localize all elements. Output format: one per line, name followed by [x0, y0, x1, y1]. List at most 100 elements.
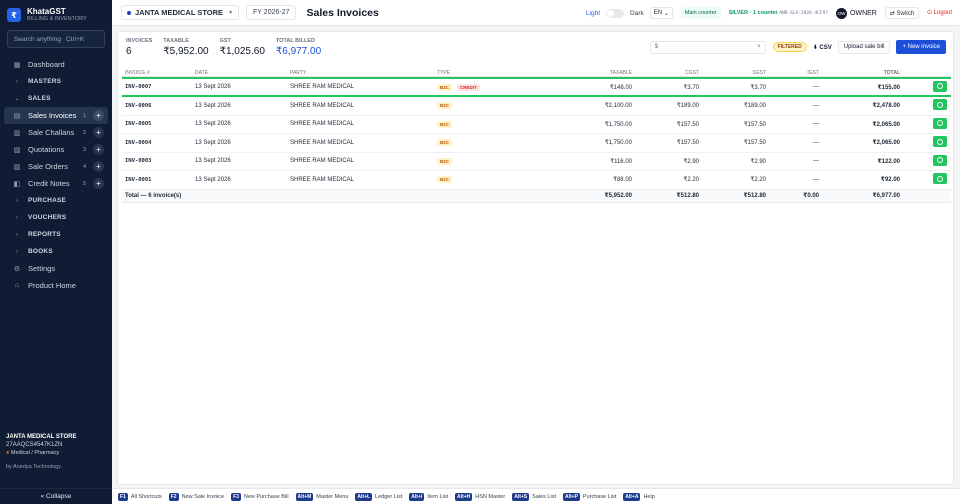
chevron-icon: › [16, 197, 18, 204]
shortcut-purchase-list[interactable]: Alt+P Purchase List [562, 492, 616, 501]
store-selector[interactable]: JANTA MEDICAL STORE ▼ [121, 5, 240, 20]
whatsapp-share-icon[interactable] [933, 173, 947, 185]
table-row[interactable]: INV-0004 13 Sept 2026 SHREE RAM MEDICAL B2C… [122, 134, 951, 153]
invoice-number[interactable]: INV-0001 [122, 177, 195, 183]
footer-category: ● Medical / Pharmacy [6, 450, 106, 456]
store-selector-label: JANTA MEDICAL STORE [135, 8, 224, 17]
export-csv-button[interactable]: ⬇ CSV [813, 44, 832, 51]
sidebar-item-count: 1 [82, 112, 86, 119]
shortcut-help[interactable]: Alt+A Help [623, 492, 655, 501]
collapse-button[interactable]: « Collapse [0, 488, 112, 504]
invoice-taxable: ₹88.00 [613, 177, 632, 184]
invoice-date: 13 Sept 2026 [195, 158, 231, 165]
column-header-date[interactable]: DATE [195, 70, 290, 76]
add-sale-challans-button[interactable]: + [93, 127, 104, 138]
invoice-number[interactable]: INV-0003 [122, 158, 195, 164]
sidebar-item-product-home[interactable]: ⌂ Product Home [4, 277, 108, 294]
theme-toggle[interactable]: Light Dark [586, 8, 644, 18]
invoice-number[interactable]: INV-0007 [122, 84, 195, 90]
whatsapp-share-icon[interactable] [933, 136, 947, 148]
shortcut-new-purchase-bill[interactable]: F3 New Purchase Bill [231, 492, 289, 501]
upload-sale-bill-button[interactable]: Upload sale bill [837, 40, 891, 54]
invoice-cgst: ₹2.90 [683, 158, 700, 165]
invoice-total: ₹155.00 [877, 84, 900, 91]
whatsapp-share-icon[interactable] [933, 80, 947, 92]
shortcut-item-list[interactable]: Alt+I Item List [409, 492, 448, 501]
sidebar-item-credit-notes[interactable]: ◧ Credit Notes 5 + [4, 175, 108, 192]
add-sales-invoices-button[interactable]: + [93, 110, 104, 121]
whatsapp-share-icon[interactable] [933, 117, 947, 129]
gear-icon: ⚙ [13, 265, 21, 273]
user-menu[interactable]: OW OWNER [836, 7, 877, 19]
shortcut-master-menu[interactable]: Alt+M Master Menu [295, 492, 348, 501]
invoice-sgst: ₹3.70 [750, 84, 767, 91]
fy-selector[interactable]: FY 2026-27 [246, 5, 297, 20]
invoice-taxable: ₹116.00 [610, 158, 632, 165]
invoice-search-input[interactable]: $ × [649, 40, 766, 54]
new-invoice-button[interactable]: + New invoice [896, 40, 946, 54]
table-row[interactable]: INV-0003 13 Sept 2026 SHREE RAM MEDICAL B2C… [122, 153, 951, 171]
type-badge: B2C [437, 139, 453, 147]
add-quotations-button[interactable]: + [93, 144, 104, 155]
sidebar-item-books[interactable]: › BOOKS [4, 243, 108, 260]
shortcut-key: Alt+S [512, 492, 530, 501]
shortcut-key: Alt+L [355, 492, 373, 501]
column-header-party[interactable]: PARTY [290, 70, 437, 76]
theme-switch[interactable] [606, 8, 625, 18]
table-row[interactable]: INV-0007 13 Sept 2026 SHREE RAM MEDICAL B2C… [122, 77, 951, 97]
whatsapp-share-icon[interactable] [933, 99, 947, 111]
shortcut-sales-list[interactable]: Alt+S Sales List [512, 492, 556, 501]
top-bar: JANTA MEDICAL STORE ▼ FY 2026-27 Sales I… [112, 0, 960, 26]
shortcut-new-sale-invoice[interactable]: F2 New Sale Invoice [168, 492, 224, 501]
invoice-sgst: ₹157.50 [743, 140, 766, 147]
switch-button[interactable]: ⇄ Switch [884, 7, 920, 19]
sidebar-item-settings[interactable]: ⚙ Settings [4, 260, 108, 277]
sidebar-item-purchase[interactable]: › PURCHASE [4, 192, 108, 209]
shortcut-ledger-list[interactable]: Alt+L Ledger List [355, 492, 402, 501]
column-header-cgst[interactable]: CGST [632, 70, 699, 76]
add-credit-notes-button[interactable]: + [93, 178, 104, 189]
invoice-total: ₹122.00 [877, 158, 900, 165]
column-header-invoice-[interactable]: INVOICE # [122, 70, 195, 76]
add-sale-orders-button[interactable]: + [93, 161, 104, 172]
clear-search-icon[interactable]: × [757, 44, 761, 50]
sidebar-item-sales-invoices[interactable]: ▤ Sales Invoices 1 + [4, 107, 108, 124]
table-row[interactable]: INV-0006 13 Sept 2026 SHREE RAM MEDICAL B2C… [122, 97, 951, 116]
invoice-party: SHREE RAM MEDICAL [290, 158, 355, 165]
invoice-date: 13 Sept 2026 [195, 121, 231, 128]
shortcut-hsn-master[interactable]: Alt+H HSN Master [455, 492, 505, 501]
sidebar-item-sale-orders[interactable]: ▨ Sale Orders 4 + [4, 158, 108, 175]
topbar-right: Light Dark EN ⌄ Main counter SILVER · 1 … [586, 0, 952, 26]
column-header-sgst[interactable]: SGST [699, 70, 766, 76]
sidebar-item-count: 5 [82, 180, 86, 187]
invoice-cgst: ₹2.20 [683, 177, 700, 184]
language-select[interactable]: EN ⌄ [649, 7, 673, 19]
shortcut-all-shortcuts[interactable]: F1 All Shortcuts [118, 492, 162, 501]
table-row[interactable]: INV-0001 13 Sept 2026 SHREE RAM MEDICAL B2C… [122, 171, 951, 190]
column-header-total[interactable]: TOTAL [819, 70, 900, 76]
column-header-type[interactable]: TYPE [437, 70, 557, 76]
counter-badge[interactable]: Main counter [680, 7, 721, 19]
sidebar-item-masters[interactable]: › MASTERS [4, 73, 108, 90]
invoice-number[interactable]: INV-0006 [122, 103, 195, 109]
total-label: Total — 6 invoice(s) [125, 192, 182, 199]
sidebar-item-sale-challans[interactable]: ▥ Sale Challans 2 + [4, 124, 108, 141]
logout-button[interactable]: ⏻ Logout [927, 10, 952, 17]
sidebar-item-vouchers[interactable]: › VOUCHERS [4, 209, 108, 226]
column-header-igst[interactable]: IGST [766, 70, 819, 76]
sidebar-search-input[interactable]: Search anything Ctrl+K [7, 30, 105, 48]
total-sgst: ₹512.80 [743, 193, 766, 199]
sidebar-item-dashboard[interactable]: ▦ Dashboard [4, 56, 108, 73]
invoice-number[interactable]: INV-0005 [122, 121, 195, 127]
whatsapp-share-icon[interactable] [933, 154, 947, 166]
invoice-total: ₹2,065.00 [872, 121, 900, 128]
invoice-taxable: ₹1,750.00 [604, 140, 632, 147]
sidebar-item-sales[interactable]: ⌄ SALES [4, 90, 108, 107]
sidebar-item-label: Quotations [28, 145, 65, 154]
sidebar-item-quotations[interactable]: ▧ Quotations 3 + [4, 141, 108, 158]
table-row[interactable]: INV-0005 13 Sept 2026 SHREE RAM MEDICAL B2C… [122, 116, 951, 134]
brand[interactable]: ₹ KhataGST BILLING & INVENTORY [0, 0, 112, 30]
column-header-taxable[interactable]: TAXABLE [557, 70, 632, 76]
sidebar-item-reports[interactable]: › REPORTS [4, 226, 108, 243]
invoice-number[interactable]: INV-0004 [122, 140, 195, 146]
